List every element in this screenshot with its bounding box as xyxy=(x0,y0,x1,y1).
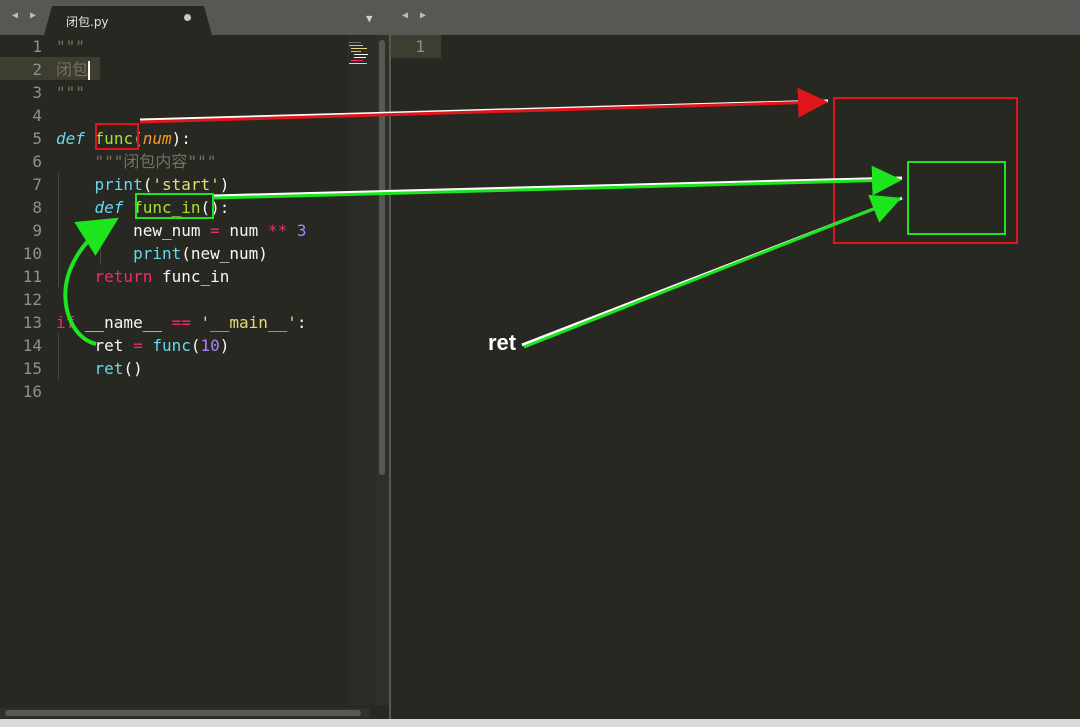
code-token: new_num xyxy=(56,221,211,240)
code-token: func_in xyxy=(152,267,230,286)
nav-arrows-icon[interactable]: ◀ ▶ xyxy=(402,10,429,21)
horizontal-scroll-thumb[interactable] xyxy=(5,710,361,716)
code-token: 3 xyxy=(296,221,307,240)
code-token: 闭包 xyxy=(56,60,89,79)
code-token: ret xyxy=(56,336,134,355)
code-line[interactable]: print(new_num) xyxy=(56,242,268,265)
indent-guide xyxy=(58,173,59,288)
code-token: def xyxy=(56,129,85,148)
line-number: 9 xyxy=(32,221,42,240)
text-cursor xyxy=(88,61,90,80)
line-number: 12 xyxy=(22,290,42,309)
code-token: def xyxy=(94,198,124,217)
minimap[interactable] xyxy=(347,35,377,705)
func-highlight-box xyxy=(95,123,139,150)
code-line[interactable]: """ xyxy=(56,81,85,104)
code-token: 'start' xyxy=(152,175,220,194)
code-token: == xyxy=(171,313,191,332)
vertical-scroll-thumb[interactable] xyxy=(379,40,385,475)
line-number: 8 xyxy=(32,198,42,217)
tab-file[interactable]: 闭包.py xyxy=(44,6,212,35)
line-number: 15 xyxy=(22,359,42,378)
code-token: : xyxy=(296,313,307,332)
code-line[interactable]: """ xyxy=(56,35,85,58)
tab-title: 闭包.py xyxy=(66,15,109,29)
code-token: ( xyxy=(142,175,153,194)
code-token: ) xyxy=(219,175,230,194)
line-number: 6 xyxy=(32,152,42,171)
code-line[interactable]: 闭包 xyxy=(56,58,90,81)
code-token: return xyxy=(94,267,153,286)
line-number: 1 xyxy=(32,37,42,56)
line-number: 2 xyxy=(32,60,42,79)
code-token: = xyxy=(210,221,220,240)
code-token: if xyxy=(56,313,76,332)
code-token: ): xyxy=(171,129,191,148)
line-number: 11 xyxy=(22,267,42,286)
line-number: 3 xyxy=(32,83,42,102)
code-line[interactable]: new_num = num ** 3 xyxy=(56,219,306,242)
line-number: 16 xyxy=(22,382,42,401)
line-number: 14 xyxy=(22,336,42,355)
ret-label: ret xyxy=(488,330,517,355)
code-line[interactable]: if __name__ == '__main__': xyxy=(56,311,306,334)
code-token: print xyxy=(133,244,182,263)
code-token: """ xyxy=(56,83,85,102)
nav-arrows-icon[interactable]: ◀ ▶ xyxy=(12,10,39,21)
indent-guide xyxy=(58,334,59,380)
code-token: ) xyxy=(219,336,230,355)
code-token: num xyxy=(142,129,172,148)
line-number: 7 xyxy=(32,175,42,194)
func-in-highlight-box xyxy=(135,193,214,219)
dropdown-icon[interactable]: ▼ xyxy=(366,12,373,25)
line-number: 10 xyxy=(22,244,42,263)
code-line[interactable]: ret = func(10) xyxy=(56,334,230,357)
right-line-number: 1 xyxy=(415,37,425,56)
status-bar xyxy=(0,719,1080,727)
unsaved-dot-icon[interactable] xyxy=(184,14,191,21)
func-in-object-box xyxy=(907,161,1006,235)
line-number: 13 xyxy=(22,313,42,332)
code-token: __name__ xyxy=(75,313,172,332)
line-number: 4 xyxy=(32,106,42,125)
code-token: 10 xyxy=(200,336,220,355)
code-token: print xyxy=(94,175,143,194)
code-line[interactable]: ret() xyxy=(56,357,143,380)
code-token: num xyxy=(219,221,268,240)
code-token: = xyxy=(133,336,143,355)
code-token: """闭包内容""" xyxy=(94,152,217,171)
code-token: """ xyxy=(56,37,85,56)
code-line[interactable]: """闭包内容""" xyxy=(56,150,217,173)
code-line[interactable]: return func_in xyxy=(56,265,230,288)
code-token: ** xyxy=(267,221,288,240)
code-token: func xyxy=(152,336,191,355)
code-token: ret xyxy=(94,359,124,378)
code-token: () xyxy=(123,359,143,378)
line-number: 5 xyxy=(32,129,42,148)
code-token: (new_num) xyxy=(181,244,268,263)
code-token: '__main__' xyxy=(200,313,297,332)
code-token: ( xyxy=(190,336,201,355)
indent-guide xyxy=(100,219,101,265)
